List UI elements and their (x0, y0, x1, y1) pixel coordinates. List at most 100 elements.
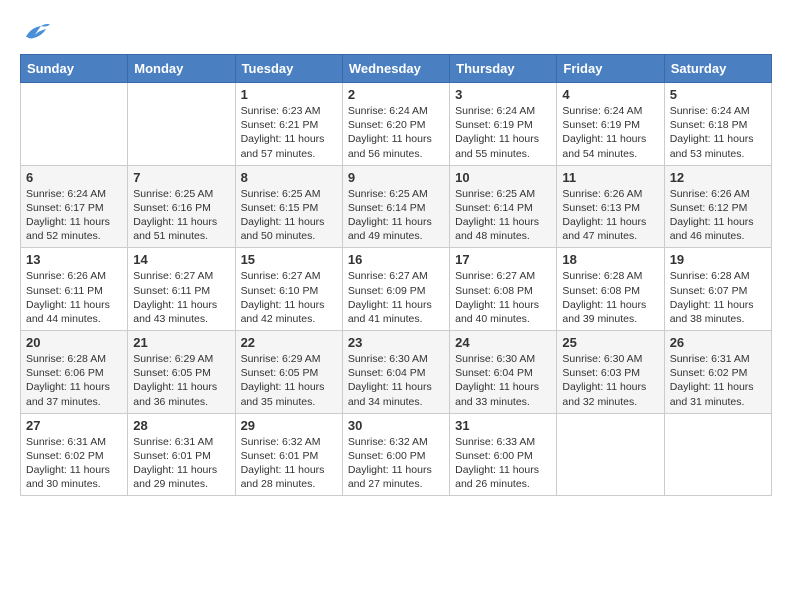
day-info: Sunrise: 6:26 AM Sunset: 6:13 PM Dayligh… (562, 187, 658, 244)
day-info: Sunrise: 6:25 AM Sunset: 6:15 PM Dayligh… (241, 187, 337, 244)
calendar-cell: 4 Sunrise: 6:24 AM Sunset: 6:19 PM Daylig… (557, 83, 664, 166)
day-number: 20 (26, 335, 122, 350)
calendar-cell: 3 Sunrise: 6:24 AM Sunset: 6:19 PM Daylig… (450, 83, 557, 166)
logo (20, 20, 52, 44)
calendar-cell: 17 Sunrise: 6:27 AM Sunset: 6:08 PM Dayli… (450, 248, 557, 331)
day-info: Sunrise: 6:28 AM Sunset: 6:08 PM Dayligh… (562, 269, 658, 326)
day-info: Sunrise: 6:29 AM Sunset: 6:05 PM Dayligh… (133, 352, 229, 409)
day-info: Sunrise: 6:25 AM Sunset: 6:14 PM Dayligh… (348, 187, 444, 244)
calendar-cell: 18 Sunrise: 6:28 AM Sunset: 6:08 PM Dayli… (557, 248, 664, 331)
day-number: 3 (455, 87, 551, 102)
day-info: Sunrise: 6:23 AM Sunset: 6:21 PM Dayligh… (241, 104, 337, 161)
col-header-sunday: Sunday (21, 55, 128, 83)
col-header-tuesday: Tuesday (235, 55, 342, 83)
day-number: 28 (133, 418, 229, 433)
day-info: Sunrise: 6:30 AM Sunset: 6:04 PM Dayligh… (348, 352, 444, 409)
calendar-cell: 30Sunrise: 6:32 AM Sunset: 6:00 PM Dayli… (342, 413, 449, 496)
day-number: 16 (348, 252, 444, 267)
day-info: Sunrise: 6:26 AM Sunset: 6:11 PM Dayligh… (26, 269, 122, 326)
day-number: 14 (133, 252, 229, 267)
calendar-cell: 20 Sunrise: 6:28 AM Sunset: 6:06 PM Dayli… (21, 331, 128, 414)
calendar-cell: 12 Sunrise: 6:26 AM Sunset: 6:12 PM Dayli… (664, 165, 771, 248)
day-number: 25 (562, 335, 658, 350)
calendar-cell: 21 Sunrise: 6:29 AM Sunset: 6:05 PM Dayli… (128, 331, 235, 414)
calendar-cell: 24 Sunrise: 6:30 AM Sunset: 6:04 PM Dayli… (450, 331, 557, 414)
calendar-cell: 31Sunrise: 6:33 AM Sunset: 6:00 PM Dayli… (450, 413, 557, 496)
calendar-cell: 13 Sunrise: 6:26 AM Sunset: 6:11 PM Dayli… (21, 248, 128, 331)
calendar-table: SundayMondayTuesdayWednesdayThursdayFrid… (20, 54, 772, 496)
calendar-cell: 7 Sunrise: 6:25 AM Sunset: 6:16 PM Daylig… (128, 165, 235, 248)
week-row-4: 20 Sunrise: 6:28 AM Sunset: 6:06 PM Dayli… (21, 331, 772, 414)
day-number: 6 (26, 170, 122, 185)
day-number: 4 (562, 87, 658, 102)
day-number: 8 (241, 170, 337, 185)
calendar-cell: 10 Sunrise: 6:25 AM Sunset: 6:14 PM Dayli… (450, 165, 557, 248)
day-number: 22 (241, 335, 337, 350)
week-row-1: 1 Sunrise: 6:23 AM Sunset: 6:21 PM Daylig… (21, 83, 772, 166)
day-info: Sunrise: 6:24 AM Sunset: 6:20 PM Dayligh… (348, 104, 444, 161)
day-info: Sunrise: 6:31 AM Sunset: 6:01 PM Dayligh… (133, 435, 229, 492)
day-info: Sunrise: 6:27 AM Sunset: 6:08 PM Dayligh… (455, 269, 551, 326)
calendar-cell: 25 Sunrise: 6:30 AM Sunset: 6:03 PM Dayli… (557, 331, 664, 414)
calendar-cell: 27 Sunrise: 6:31 AM Sunset: 6:02 PM Dayli… (21, 413, 128, 496)
day-info: Sunrise: 6:26 AM Sunset: 6:12 PM Dayligh… (670, 187, 766, 244)
day-number: 29 (241, 418, 337, 433)
week-row-3: 13 Sunrise: 6:26 AM Sunset: 6:11 PM Dayli… (21, 248, 772, 331)
week-row-5: 27 Sunrise: 6:31 AM Sunset: 6:02 PM Dayli… (21, 413, 772, 496)
day-info: Sunrise: 6:24 AM Sunset: 6:18 PM Dayligh… (670, 104, 766, 161)
day-info: Sunrise: 6:32 AM Sunset: 6:01 PM Dayligh… (241, 435, 337, 492)
day-number: 26 (670, 335, 766, 350)
calendar-cell: 1 Sunrise: 6:23 AM Sunset: 6:21 PM Daylig… (235, 83, 342, 166)
calendar-cell: 15 Sunrise: 6:27 AM Sunset: 6:10 PM Dayli… (235, 248, 342, 331)
col-header-monday: Monday (128, 55, 235, 83)
day-number: 18 (562, 252, 658, 267)
day-number: 9 (348, 170, 444, 185)
day-info: Sunrise: 6:28 AM Sunset: 6:06 PM Dayligh… (26, 352, 122, 409)
calendar-cell: 2 Sunrise: 6:24 AM Sunset: 6:20 PM Daylig… (342, 83, 449, 166)
calendar-cell: 28 Sunrise: 6:31 AM Sunset: 6:01 PM Dayli… (128, 413, 235, 496)
day-number: 31 (455, 418, 551, 433)
day-number: 23 (348, 335, 444, 350)
day-info: Sunrise: 6:29 AM Sunset: 6:05 PM Dayligh… (241, 352, 337, 409)
day-info: Sunrise: 6:24 AM Sunset: 6:19 PM Dayligh… (455, 104, 551, 161)
calendar-cell: 19Sunrise: 6:28 AM Sunset: 6:07 PM Dayli… (664, 248, 771, 331)
day-number: 12 (670, 170, 766, 185)
day-number: 1 (241, 87, 337, 102)
day-number: 21 (133, 335, 229, 350)
day-number: 13 (26, 252, 122, 267)
calendar-cell: 9 Sunrise: 6:25 AM Sunset: 6:14 PM Daylig… (342, 165, 449, 248)
logo-bird-icon (20, 20, 50, 44)
day-info: Sunrise: 6:31 AM Sunset: 6:02 PM Dayligh… (26, 435, 122, 492)
day-info: Sunrise: 6:24 AM Sunset: 6:19 PM Dayligh… (562, 104, 658, 161)
day-number: 15 (241, 252, 337, 267)
day-number: 24 (455, 335, 551, 350)
calendar-cell (557, 413, 664, 496)
day-info: Sunrise: 6:30 AM Sunset: 6:03 PM Dayligh… (562, 352, 658, 409)
calendar-cell: 8 Sunrise: 6:25 AM Sunset: 6:15 PM Daylig… (235, 165, 342, 248)
day-number: 7 (133, 170, 229, 185)
day-info: Sunrise: 6:25 AM Sunset: 6:16 PM Dayligh… (133, 187, 229, 244)
day-number: 10 (455, 170, 551, 185)
calendar-cell: 29 Sunrise: 6:32 AM Sunset: 6:01 PM Dayli… (235, 413, 342, 496)
day-info: Sunrise: 6:30 AM Sunset: 6:04 PM Dayligh… (455, 352, 551, 409)
header-row: SundayMondayTuesdayWednesdayThursdayFrid… (21, 55, 772, 83)
day-info: Sunrise: 6:32 AM Sunset: 6:00 PM Dayligh… (348, 435, 444, 492)
calendar-cell: 16Sunrise: 6:27 AM Sunset: 6:09 PM Dayli… (342, 248, 449, 331)
day-info: Sunrise: 6:27 AM Sunset: 6:11 PM Dayligh… (133, 269, 229, 326)
day-number: 17 (455, 252, 551, 267)
day-info: Sunrise: 6:25 AM Sunset: 6:14 PM Dayligh… (455, 187, 551, 244)
week-row-2: 6Sunrise: 6:24 AM Sunset: 6:17 PM Daylig… (21, 165, 772, 248)
day-number: 5 (670, 87, 766, 102)
col-header-thursday: Thursday (450, 55, 557, 83)
calendar-cell: 26Sunrise: 6:31 AM Sunset: 6:02 PM Dayli… (664, 331, 771, 414)
col-header-wednesday: Wednesday (342, 55, 449, 83)
day-info: Sunrise: 6:27 AM Sunset: 6:10 PM Dayligh… (241, 269, 337, 326)
calendar-cell: 6Sunrise: 6:24 AM Sunset: 6:17 PM Daylig… (21, 165, 128, 248)
day-number: 19 (670, 252, 766, 267)
calendar-cell: 22 Sunrise: 6:29 AM Sunset: 6:05 PM Dayli… (235, 331, 342, 414)
calendar-cell: 23 Sunrise: 6:30 AM Sunset: 6:04 PM Dayli… (342, 331, 449, 414)
col-header-friday: Friday (557, 55, 664, 83)
day-number: 2 (348, 87, 444, 102)
calendar-cell (664, 413, 771, 496)
day-number: 27 (26, 418, 122, 433)
